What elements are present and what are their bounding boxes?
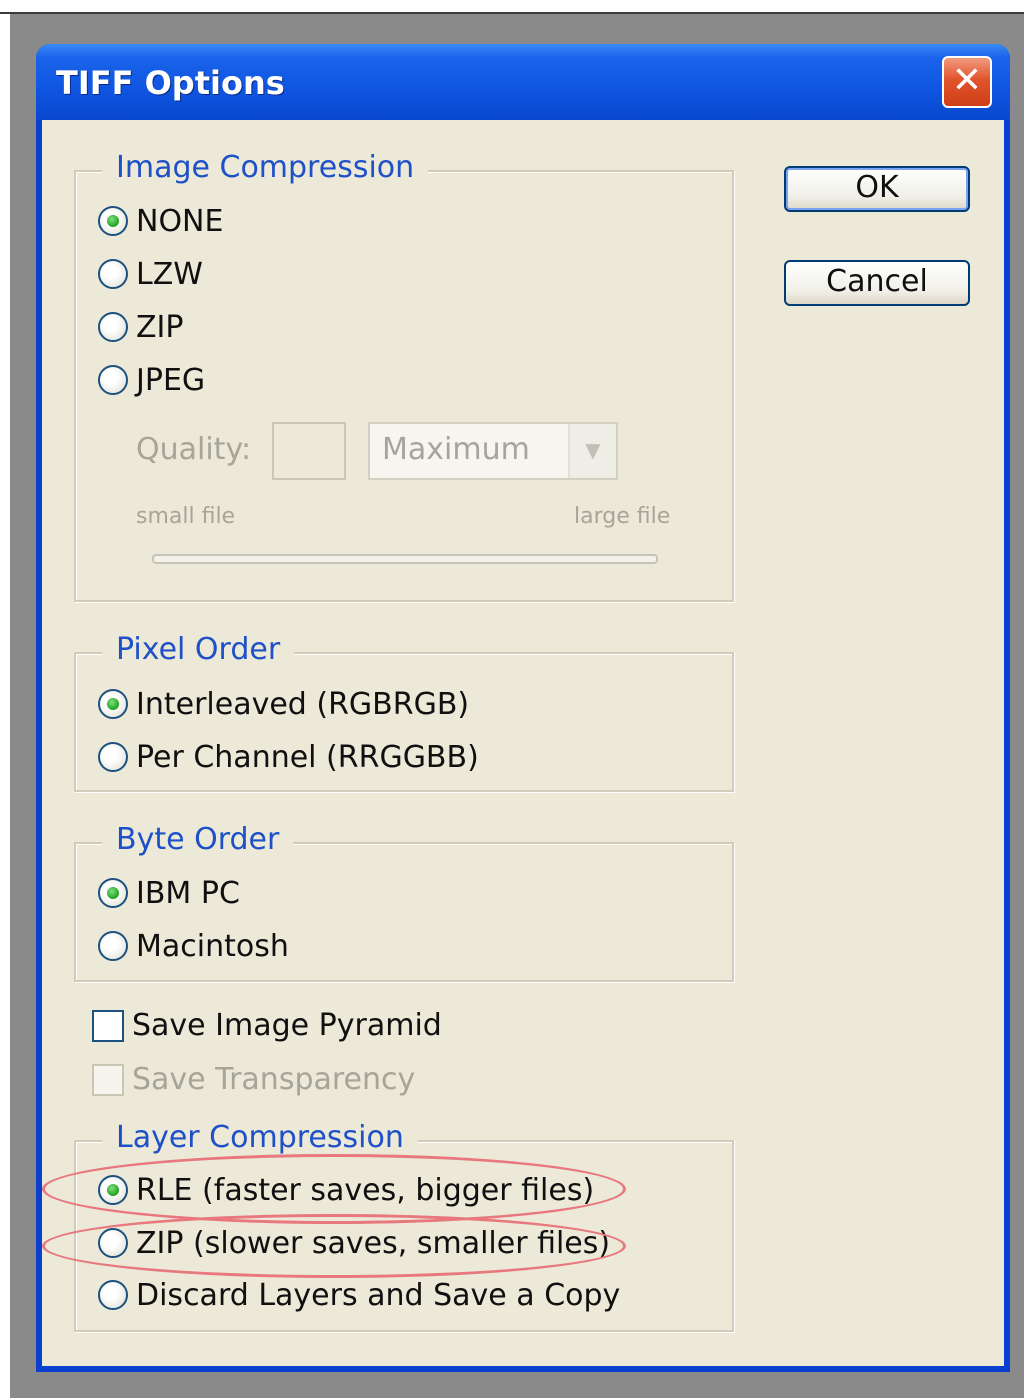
radio-pixel-interleaved[interactable] [98, 689, 128, 719]
slider-max-label: large file [574, 504, 671, 529]
radio-selected-dot [107, 698, 119, 710]
option-per-channel-label[interactable]: Per Channel (RRGGBB) [136, 740, 479, 776]
radio-compression-lzw[interactable] [98, 259, 128, 289]
save-image-pyramid-checkbox[interactable] [92, 1010, 124, 1042]
radio-byte-ibm-pc[interactable] [98, 878, 128, 908]
radio-selected-dot [107, 215, 119, 227]
byte-order-legend: Byte Order [102, 822, 294, 858]
option-discard-label[interactable]: Discard Layers and Save a Copy [136, 1278, 620, 1314]
quality-input[interactable] [272, 422, 346, 480]
pixel-order-legend: Pixel Order [102, 632, 295, 668]
highlight-ellipse-zip [42, 1214, 626, 1278]
quality-preset-value: Maximum [382, 432, 530, 467]
quality-preset-select[interactable]: Maximum ▼ [368, 422, 618, 480]
radio-compression-none[interactable] [98, 206, 128, 236]
chevron-down-icon[interactable]: ▼ [568, 424, 616, 478]
image-compression-legend: Image Compression [102, 150, 429, 186]
option-interleaved-label[interactable]: Interleaved (RGBRGB) [136, 687, 469, 723]
dialog-title: TIFF Options [56, 64, 285, 102]
ok-button[interactable]: OK [784, 166, 970, 212]
option-lzw-label[interactable]: LZW [136, 257, 203, 293]
save-transparency-checkbox [92, 1064, 124, 1096]
quality-label: Quality: [136, 432, 252, 467]
title-bar[interactable]: TIFF Options ✕ [36, 44, 1010, 120]
option-none-label[interactable]: NONE [136, 204, 223, 240]
save-transparency-label: Save Transparency [132, 1062, 416, 1097]
tiff-options-dialog: TIFF Options ✕ Image Compression NONE LZ… [36, 44, 1010, 1372]
dialog-client-area: Image Compression NONE LZW ZIP JPEG Qual… [42, 120, 1004, 1366]
radio-selected-dot [107, 887, 119, 899]
option-macintosh-label[interactable]: Macintosh [136, 929, 289, 965]
slider-min-label: small file [136, 504, 236, 529]
close-icon[interactable]: ✕ [942, 56, 992, 108]
radio-layer-discard[interactable] [98, 1280, 128, 1310]
layer-compression-legend: Layer Compression [102, 1120, 418, 1156]
screen-top-border [0, 0, 1024, 14]
save-image-pyramid-label[interactable]: Save Image Pyramid [132, 1008, 442, 1044]
cancel-button[interactable]: Cancel [784, 260, 970, 306]
option-zip-label[interactable]: ZIP [136, 310, 184, 346]
radio-byte-macintosh[interactable] [98, 931, 128, 961]
option-jpeg-label[interactable]: JPEG [136, 363, 205, 399]
radio-compression-jpeg[interactable] [98, 365, 128, 395]
quality-slider-track[interactable] [152, 554, 658, 564]
radio-compression-zip[interactable] [98, 312, 128, 342]
radio-pixel-per-channel[interactable] [98, 742, 128, 772]
option-ibm-pc-label[interactable]: IBM PC [136, 876, 240, 912]
